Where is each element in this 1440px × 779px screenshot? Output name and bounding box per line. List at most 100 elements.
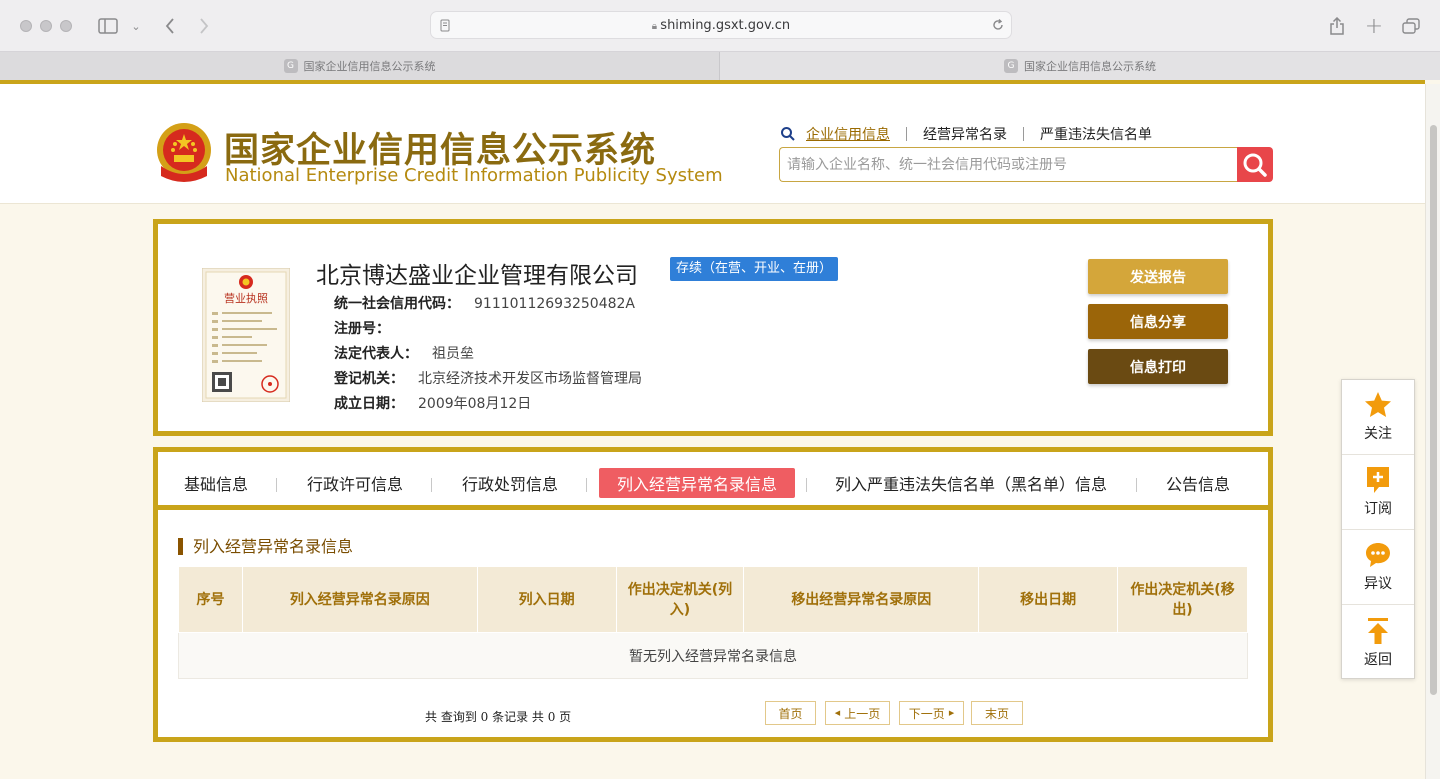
reload-icon[interactable] — [991, 18, 1005, 32]
section-title: 列入经营异常名录信息 — [178, 538, 353, 555]
nav-link-blacklist[interactable]: 严重违法失信名单 — [1040, 124, 1152, 144]
sidebar-toggle-icon[interactable] — [96, 14, 120, 38]
pager-last-button[interactable]: 末页 — [971, 701, 1023, 725]
tab-divider — [586, 478, 587, 492]
sidebar-item-follow[interactable]: 关注 — [1342, 380, 1414, 455]
info-tab-bar: 基础信息 行政许可信息 行政处罚信息 列入经营异常名录信息 列入严重违法失信名单… — [158, 452, 1268, 510]
search-icon — [1243, 153, 1267, 177]
status-badge: 存续（在营、开业、在册） — [670, 257, 839, 281]
forward-icon[interactable] — [192, 14, 216, 38]
chat-bubble-icon — [1366, 543, 1390, 567]
sidebar-item-label: 异议 — [1364, 576, 1392, 592]
company-info-card: 营业执照 北京博达盛业企业管理有限公司 存续（在营、开业、在册） 统一社会信用代… — [153, 219, 1273, 436]
back-icon[interactable] — [158, 14, 182, 38]
nav-divider — [1023, 127, 1024, 141]
send-report-button[interactable]: 发送报告 — [1088, 259, 1228, 294]
caret-right-icon: ▶ — [948, 709, 955, 717]
nav-divider — [906, 127, 907, 141]
tab-title: 国家企业信用信息公示系统 — [303, 60, 436, 73]
search-button[interactable] — [1237, 147, 1273, 182]
tab-divider — [806, 478, 807, 492]
share-icon[interactable] — [1325, 14, 1349, 38]
company-name: 北京博达盛业企业管理有限公司 — [316, 263, 638, 289]
tab-admin-penalty[interactable]: 行政处罚信息 — [462, 468, 558, 498]
search-box — [779, 147, 1237, 182]
browser-toolbar: ⌄ 🔒︎ shiming.gsxt.gov.cn + — [0, 0, 1440, 52]
floating-sidebar: 关注 订阅 异议 返回 — [1341, 379, 1415, 679]
new-tab-icon[interactable]: + — [1362, 14, 1386, 39]
tab-abnormal-list[interactable]: 列入经营异常名录信息 — [599, 468, 796, 498]
close-window-button[interactable] — [20, 20, 32, 32]
tab-announcements[interactable]: 公告信息 — [1166, 468, 1230, 498]
field-legal-representative: 法定代表人： 祖员垒 — [334, 343, 474, 363]
column-header: 移出经营异常名录原因 — [743, 566, 980, 633]
address-bar[interactable]: 🔒︎ shiming.gsxt.gov.cn — [430, 11, 1012, 39]
pager-next-button[interactable]: 下一页 ▶ — [899, 701, 964, 725]
field-label: 成立日期： — [334, 396, 404, 412]
pager-next-label: 下一页 — [908, 706, 945, 721]
tab-basic-info[interactable]: 基础信息 — [184, 468, 248, 498]
column-header: 列入经营异常名录原因 — [241, 566, 478, 633]
business-license-image[interactable]: 营业执照 — [202, 268, 290, 402]
field-label: 法定代表人： — [334, 346, 418, 362]
site-header: 国家企业信用信息公示系统 National Enterprise Credit … — [0, 84, 1425, 204]
browser-tab-strip: G 国家企业信用信息公示系统 G 国家企业信用信息公示系统 — [0, 52, 1440, 80]
empty-message: 暂无列入经营异常名录信息 — [178, 632, 1248, 679]
record-count: 共 查询到 0 条记录 共 0 页 — [425, 710, 572, 724]
share-info-button[interactable]: 信息分享 — [1088, 304, 1228, 339]
tab-blacklist[interactable]: 列入严重违法失信名单（黑名单）信息 — [835, 468, 1107, 498]
nav-link-abnormal-list[interactable]: 经营异常名录 — [923, 124, 1007, 144]
field-credit-code: 统一社会信用代码： 91110112693250482A — [334, 293, 635, 313]
tab-divider — [431, 478, 432, 492]
favicon-icon: G — [1004, 59, 1018, 73]
column-header: 列入日期 — [476, 566, 617, 633]
column-header: 作出决定机关(列入) — [615, 566, 745, 633]
info-tab-panel: 基础信息 行政许可信息 行政处罚信息 列入经营异常名录信息 列入严重违法失信名单… — [153, 447, 1273, 742]
sidebar-item-back-to-top[interactable]: 返回 — [1342, 605, 1414, 680]
pager-first-button[interactable]: 首页 — [765, 701, 816, 725]
pager-prev-label: 上一页 — [844, 706, 881, 721]
national-emblem-icon — [157, 123, 211, 182]
sidebar-item-subscribe[interactable]: 订阅 — [1342, 455, 1414, 530]
browser-tab-1[interactable]: G 国家企业信用信息公示系统 — [0, 52, 720, 80]
field-value: 祖员垒 — [432, 346, 474, 362]
caret-left-icon: ◀ — [834, 709, 841, 717]
url-text: 🔒︎ shiming.gsxt.gov.cn — [431, 18, 1011, 33]
search-small-icon — [781, 127, 795, 141]
back-to-top-icon — [1368, 617, 1388, 644]
zoom-window-button[interactable] — [60, 20, 72, 32]
browser-tab-2[interactable]: G 国家企业信用信息公示系统 — [720, 52, 1440, 80]
minimize-window-button[interactable] — [40, 20, 52, 32]
tab-divider — [1136, 478, 1137, 492]
sidebar-item-objection[interactable]: 异议 — [1342, 530, 1414, 605]
field-registration-authority: 登记机关： 北京经济技术开发区市场监督管理局 — [334, 368, 642, 388]
nav-link-credit-info[interactable]: 企业信用信息 — [806, 124, 890, 144]
field-registration-number: 注册号： — [334, 318, 404, 338]
tab-admin-license[interactable]: 行政许可信息 — [307, 468, 403, 498]
field-value: 91110112693250482A — [474, 296, 635, 312]
tab-divider — [276, 478, 277, 492]
abnormal-list-table: 序号 列入经营异常名录原因 列入日期 作出决定机关(列入) 移出经营异常名录原因… — [178, 566, 1248, 679]
field-label: 统一社会信用代码： — [334, 296, 460, 312]
tab-title: 国家企业信用信息公示系统 — [1024, 60, 1156, 73]
field-label: 注册号： — [334, 321, 390, 337]
header-nav: 企业信用信息 经营异常名录 严重违法失信名单 — [780, 124, 1152, 144]
site-title-en: National Enterprise Credit Information P… — [225, 165, 723, 186]
table-header-row: 序号 列入经营异常名录原因 列入日期 作出决定机关(列入) 移出经营异常名录原因… — [178, 566, 1248, 633]
print-info-button[interactable]: 信息打印 — [1088, 349, 1228, 384]
star-icon — [1365, 392, 1391, 417]
column-header: 移出日期 — [978, 566, 1119, 633]
chevron-down-icon[interactable]: ⌄ — [124, 14, 148, 38]
favicon-icon: G — [283, 59, 298, 73]
pager-prev-button[interactable]: ◀ 上一页 — [825, 701, 890, 725]
page-scrollbar-thumb[interactable] — [1430, 125, 1437, 695]
license-title: 营业执照 — [224, 291, 268, 305]
sidebar-item-label: 订阅 — [1364, 501, 1392, 517]
subscribe-icon — [1367, 467, 1389, 493]
field-value: 北京经济技术开发区市场监督管理局 — [418, 371, 642, 387]
tab-overview-icon[interactable] — [1399, 14, 1423, 38]
url-host: shiming.gsxt.gov.cn — [660, 18, 791, 33]
field-value: 2009年08月12日 — [418, 396, 532, 412]
sidebar-item-label: 关注 — [1364, 426, 1392, 442]
search-input[interactable] — [780, 148, 1237, 181]
